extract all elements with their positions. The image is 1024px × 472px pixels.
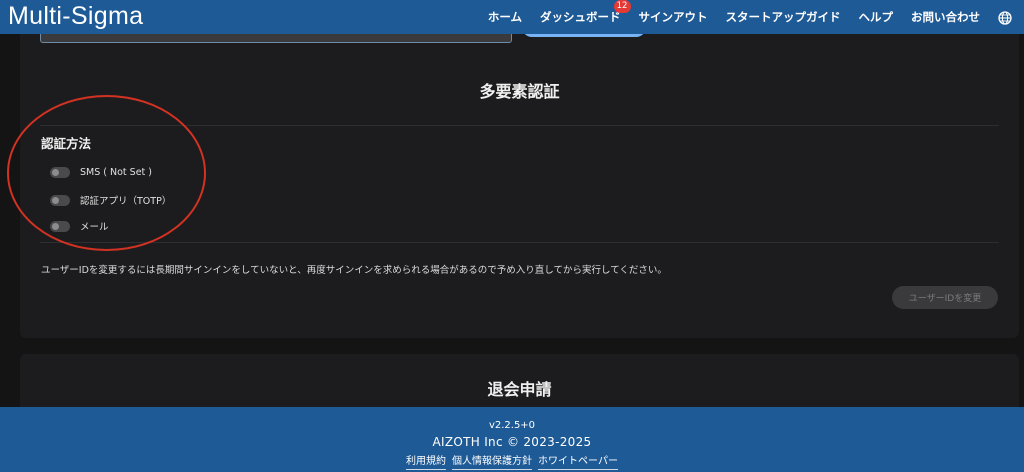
nav-home[interactable]: ホーム xyxy=(488,9,522,25)
nav-signout[interactable]: サインアウト xyxy=(639,9,708,25)
change-user-id-button[interactable]: ユーザーIDを変更 xyxy=(892,286,998,309)
footer-link-privacy[interactable]: 個人情報保護方針 xyxy=(452,452,533,470)
footer-link-whitepaper[interactable]: ホワイトペーパー xyxy=(538,452,618,470)
footer: v2.2.5+0 AIZOTH Inc © 2023-2025 利用規約 個人情… xyxy=(0,407,1024,472)
annotation-circle xyxy=(7,95,206,251)
mfa-title: 多要素認証 xyxy=(479,82,560,101)
notification-badge: 12 xyxy=(613,0,631,13)
nav-dashboard[interactable]: ダッシュボード 12 xyxy=(540,0,631,25)
nav-help[interactable]: ヘルプ xyxy=(859,9,894,25)
change-id-note: ユーザーIDを変更するには長期間サインインをしていないと、再度サインインを求めら… xyxy=(41,265,667,276)
nav-links: ホーム ダッシュボード 12 サインアウト スタートアップガイド ヘルプ お問い… xyxy=(488,0,1012,34)
nav-dashboard-label: ダッシュボード xyxy=(540,10,621,24)
top-navbar: Multi-Sigma ホーム ダッシュボード 12 サインアウト スタートアッ… xyxy=(0,0,1024,34)
brand-logo[interactable]: Multi-Sigma xyxy=(8,2,143,31)
divider xyxy=(40,242,999,243)
nav-contact[interactable]: お問い合わせ xyxy=(911,9,980,25)
version-text: v2.2.5+0 xyxy=(488,420,536,431)
copyright-text: AIZOTH Inc © 2023-2025 xyxy=(432,435,592,449)
footer-links: 利用規約 個人情報保護方針 ホワイトペーパー xyxy=(0,452,1024,470)
withdraw-card: 退会申請 xyxy=(20,354,1019,414)
footer-link-terms[interactable]: 利用規約 xyxy=(406,452,447,470)
nav-startup-guide[interactable]: スタートアップガイド xyxy=(726,9,841,25)
globe-icon[interactable] xyxy=(998,10,1012,25)
withdraw-title: 退会申請 xyxy=(487,380,552,399)
